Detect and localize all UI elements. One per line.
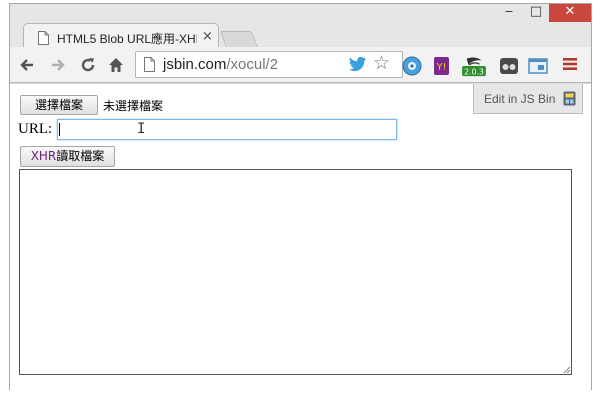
url-path: /xocul/2 <box>226 56 279 73</box>
resize-grip-icon[interactable] <box>562 365 571 374</box>
menu-icon[interactable] <box>562 57 578 71</box>
page-viewport: 選擇檔案 未選擇檔案 URL: I XHR讀取檔案 Edit in JS Bin <box>10 84 591 390</box>
extension-badge-text: 2.0.3 <box>464 67 484 76</box>
address-bar[interactable]: jsbin.com/xocul/2 ☆ <box>135 51 403 78</box>
url-input[interactable] <box>57 119 397 140</box>
eyes-extension-icon[interactable] <box>498 55 520 77</box>
browser-toolbar: jsbin.com/xocul/2 ☆ Y! 2.0.3 <box>10 47 591 83</box>
yslow-extension-icon[interactable]: Y! <box>431 55 453 77</box>
window-extension-icon[interactable] <box>527 55 549 77</box>
twitter-bird-icon[interactable] <box>349 56 367 72</box>
ibeam-cursor-icon: I <box>137 121 146 137</box>
file-status-text: 未選擇檔案 <box>103 99 164 113</box>
jsbin-logo-icon <box>563 91 576 106</box>
choose-file-button[interactable]: 選擇檔案 <box>20 95 98 115</box>
output-textarea[interactable] <box>19 169 572 375</box>
tab-title: HTML5 Blob URL應用-XHR <box>57 32 197 46</box>
xhr-button-suffix: 讀取檔案 <box>56 149 105 163</box>
edit-in-jsbin-label: Edit in JS Bin <box>484 92 556 106</box>
tab-close-icon[interactable]: × <box>202 29 213 44</box>
svg-text:Y!: Y! <box>435 62 446 73</box>
reload-icon[interactable] <box>78 55 98 75</box>
home-icon[interactable] <box>106 55 126 75</box>
page-icon <box>38 31 49 45</box>
close-window-button[interactable]: ✕ <box>549 4 591 22</box>
version-badge-extension-icon[interactable]: 2.0.3 <box>461 55 487 77</box>
url-host: jsbin.com <box>163 56 227 73</box>
window-bottom-edge <box>0 391 600 400</box>
edit-in-jsbin-button[interactable]: Edit in JS Bin <box>473 84 583 114</box>
address-text: jsbin.com/xocul/2 <box>163 56 278 73</box>
xhr-read-file-button[interactable]: XHR讀取檔案 <box>20 146 115 167</box>
text-caret <box>59 123 60 136</box>
browser-window: HTML5 Blob URL應用-XHR × ‒ □ ✕ jsbin.com/x… <box>0 0 600 400</box>
maximize-button[interactable]: □ <box>523 4 549 24</box>
forward-arrow-icon[interactable] <box>48 55 68 75</box>
disc-extension-icon[interactable] <box>401 55 423 77</box>
page-icon <box>144 57 155 72</box>
minimize-button[interactable]: ‒ <box>496 4 522 24</box>
url-label: URL: <box>18 121 53 137</box>
back-arrow-icon[interactable] <box>17 55 37 75</box>
bookmark-star-icon[interactable]: ☆ <box>373 52 390 74</box>
xhr-button-prefix: XHR <box>30 149 57 163</box>
new-tab-button[interactable] <box>219 31 259 48</box>
